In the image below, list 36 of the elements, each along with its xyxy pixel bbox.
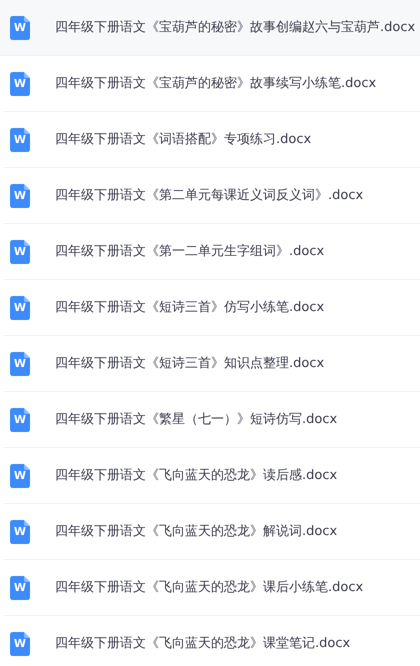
document-icon: W xyxy=(10,632,30,656)
file-row[interactable]: W 四年级下册语文《繁星（七一）》短诗仿写.docx xyxy=(3,392,420,448)
document-icon: W xyxy=(10,184,30,208)
file-name: 四年级下册语文《飞向蓝天的恐龙》课后小练笔.docx xyxy=(55,578,364,597)
document-icon: W xyxy=(10,16,30,40)
file-row[interactable]: W 四年级下册语文《飞向蓝天的恐龙》课后小练笔.docx xyxy=(3,560,420,616)
file-row[interactable]: W 四年级下册语文《宝葫芦的秘密》故事创编赵六与宝葫芦.docx xyxy=(0,0,420,56)
file-row[interactable]: W 四年级下册语文《第二单元每课近义词反义词》.docx xyxy=(3,168,420,224)
document-icon: W xyxy=(10,352,30,376)
document-icon: W xyxy=(10,296,30,320)
file-name: 四年级下册语文《短诗三首》知识点整理.docx xyxy=(55,354,324,373)
document-icon: W xyxy=(10,72,30,96)
file-row[interactable]: W 四年级下册语文《短诗三首》仿写小练笔.docx xyxy=(3,280,420,336)
file-name: 四年级下册语文《繁星（七一）》短诗仿写.docx xyxy=(55,410,338,429)
file-row[interactable]: W 四年级下册语文《飞向蓝天的恐龙》解说词.docx xyxy=(3,504,420,560)
document-icon: W xyxy=(10,408,30,432)
file-name: 四年级下册语文《宝葫芦的秘密》故事续写小练笔.docx xyxy=(55,74,376,93)
file-row[interactable]: W 四年级下册语文《飞向蓝天的恐龙》读后感.docx xyxy=(3,448,420,504)
document-icon: W xyxy=(10,240,30,264)
file-name: 四年级下册语文《短诗三首》仿写小练笔.docx xyxy=(55,298,324,317)
file-name: 四年级下册语文《词语搭配》专项练习.docx xyxy=(55,130,312,149)
document-icon: W xyxy=(10,520,30,544)
file-name: 四年级下册语文《第一二单元生字组词》.docx xyxy=(55,242,324,261)
file-name: 四年级下册语文《飞向蓝天的恐龙》课堂笔记.docx xyxy=(55,634,350,653)
file-row[interactable]: W 四年级下册语文《词语搭配》专项练习.docx xyxy=(3,112,420,168)
file-name: 四年级下册语文《第二单元每课近义词反义词》.docx xyxy=(55,186,364,205)
document-icon: W xyxy=(10,576,30,600)
file-row[interactable]: W 四年级下册语文《飞向蓝天的恐龙》课堂笔记.docx xyxy=(3,616,420,666)
file-name: 四年级下册语文《飞向蓝天的恐龙》解说词.docx xyxy=(55,522,338,541)
document-icon: W xyxy=(10,464,30,488)
file-row[interactable]: W 四年级下册语文《宝葫芦的秘密》故事续写小练笔.docx xyxy=(3,56,420,112)
file-name: 四年级下册语文《飞向蓝天的恐龙》读后感.docx xyxy=(55,466,338,485)
file-row[interactable]: W 四年级下册语文《第一二单元生字组词》.docx xyxy=(3,224,420,280)
file-name: 四年级下册语文《宝葫芦的秘密》故事创编赵六与宝葫芦.docx xyxy=(55,18,416,37)
file-row[interactable]: W 四年级下册语文《短诗三首》知识点整理.docx xyxy=(3,336,420,392)
document-icon: W xyxy=(10,128,30,152)
